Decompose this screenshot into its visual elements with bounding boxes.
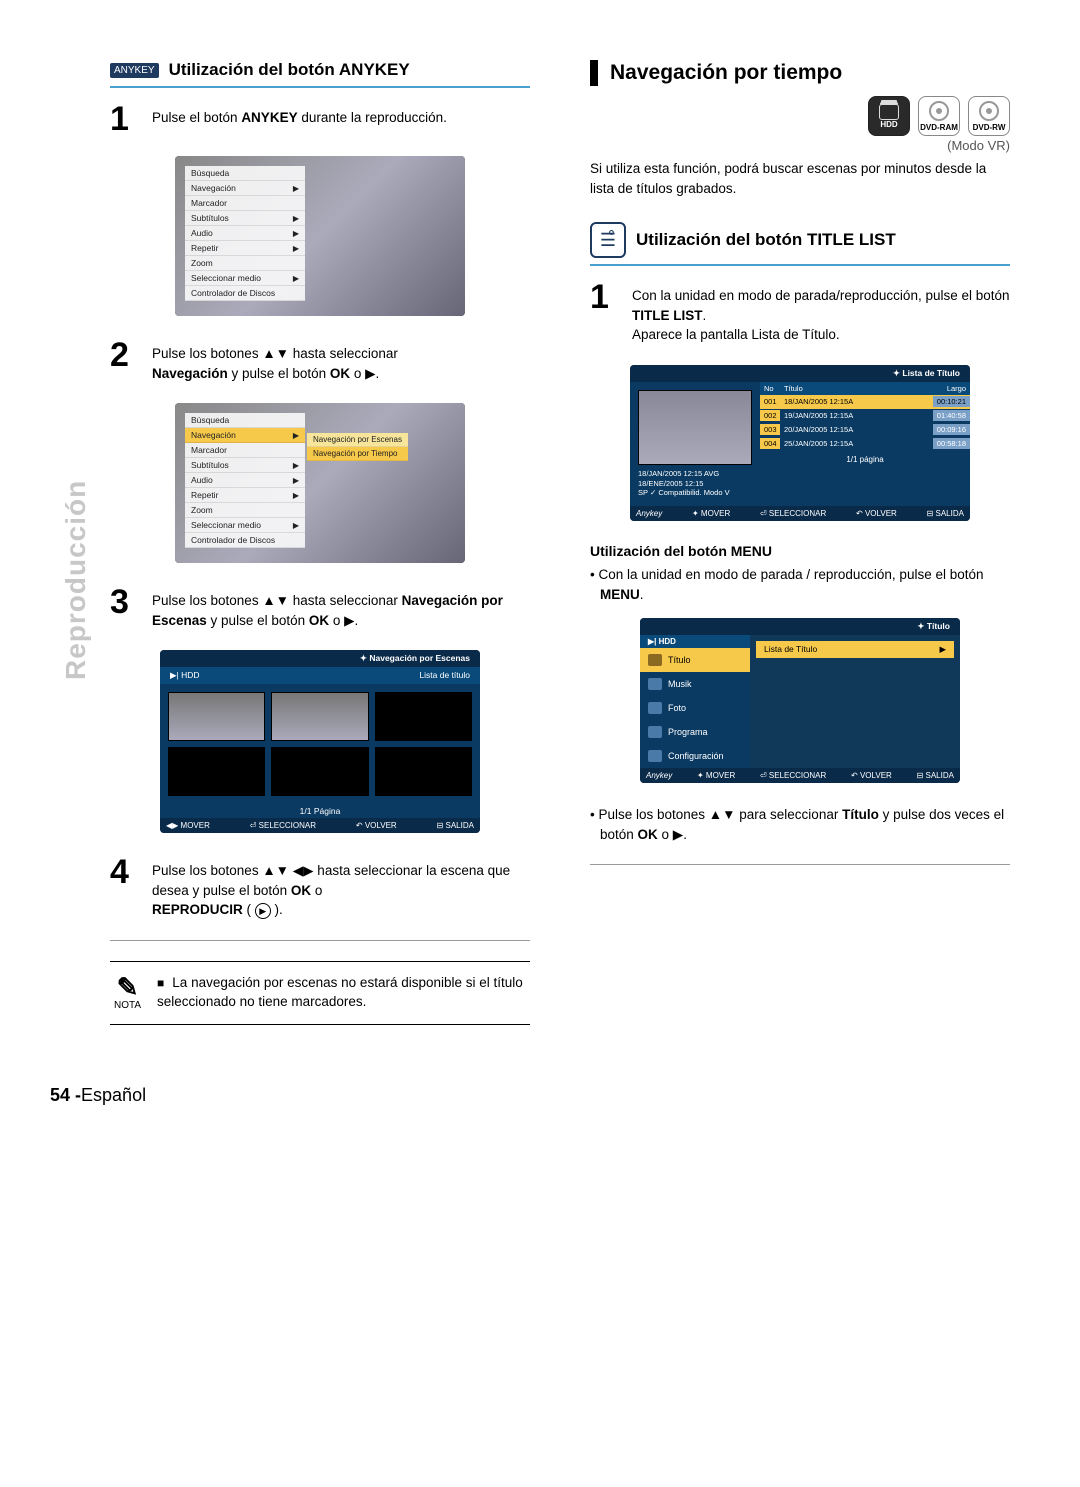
title-preview: 18/JAN/2005 12:15 AVG18/ENE/2005 12:15SP… <box>630 382 760 506</box>
anykey-menu-list: BúsquedaNavegación▶MarcadorSubtítulos▶Au… <box>185 166 305 301</box>
step-number: 3 <box>110 585 138 630</box>
right-step-1-text: Con la unidad en modo de parada/reproduc… <box>632 286 1010 345</box>
step-1: 1 Pulse el botón ANYKEY durante la repro… <box>110 102 530 136</box>
menu-bullet-2: • Pulse los botones ▲▼ para seleccionar … <box>600 805 1010 844</box>
step-4: 4 Pulse los botones ▲▼ ◀▶ hasta seleccio… <box>110 855 530 920</box>
step-number: 1 <box>590 280 618 345</box>
heading-bar-icon <box>590 60 598 86</box>
step-1-text: Pulse el botón ANYKEY durante la reprodu… <box>152 108 447 136</box>
hdd-icon: HDD <box>868 96 910 136</box>
step-2: 2 Pulse los botones ▲▼ hasta seleccionar… <box>110 338 530 383</box>
left-column: ANYKEY Utilización del botón ANYKEY 1 Pu… <box>110 60 530 1025</box>
screenshot-menu: ✦ Título ▶| HDD TítuloMusikFotoProgramaC… <box>640 618 960 783</box>
step-3-text: Pulse los botones ▲▼ hasta seleccionar N… <box>152 591 530 630</box>
anykey-heading: ANYKEY Utilización del botón ANYKEY <box>110 60 530 88</box>
anykey-heading-text: Utilización del botón ANYKEY <box>169 60 410 80</box>
scene-grid <box>160 684 480 804</box>
anykey-menu-list-2: BúsquedaNavegación▶MarcadorSubtítulos▶Au… <box>185 413 305 548</box>
menu-bullet-1: • Con la unidad en modo de parada / repr… <box>600 565 1010 604</box>
screenshot-scene-grid: ✦ Navegación por Escenas ▶| HDDLista de … <box>160 650 480 833</box>
anykey-badge-icon: ANYKEY <box>110 63 159 78</box>
navigation-submenu: Navegación por EscenasNavegación por Tie… <box>307 433 408 461</box>
step-number: 1 <box>110 102 138 136</box>
menu-sidebar: ▶| HDD TítuloMusikFotoProgramaConfigurac… <box>640 635 750 768</box>
title-rows: NoTítuloLargo 00118/JAN/2005 12:15A00:10… <box>760 382 970 506</box>
note-icon: ✎ NOTA <box>114 974 141 1011</box>
step-number: 2 <box>110 338 138 383</box>
scene-nav-bar: ◀▶ MOVER ⏎ SELECCIONAR ↶ VOLVER ⊟ SALIDA <box>160 818 480 833</box>
time-nav-heading: Navegación por tiempo <box>590 60 1010 86</box>
page-columns: ANYKEY Utilización del botón ANYKEY 1 Pu… <box>50 60 1010 1025</box>
menu-main: Lista de Título▶ <box>750 635 960 768</box>
dvd-ram-icon: DVD-RAM <box>918 96 960 136</box>
screenshot-navigation-submenu: BúsquedaNavegación▶MarcadorSubtítulos▶Au… <box>175 403 465 563</box>
note-block: ✎ NOTA ■La navegación por escenas no est… <box>110 961 530 1025</box>
media-compat-icons: HDD DVD-RAM DVD-RW <box>590 96 1010 136</box>
intro-text: Si utiliza esta función, podrá buscar es… <box>590 159 1010 198</box>
title-list-icon: ☰̊ <box>590 222 626 258</box>
right-column: Navegación por tiempo HDD DVD-RAM DVD-RW… <box>590 60 1010 1025</box>
side-section-label: Reproducción <box>60 480 92 680</box>
title-list-heading: ☰̊ Utilización del botón TITLE LIST <box>590 222 1010 266</box>
page-footer: 54 -Español <box>50 1085 1010 1106</box>
screenshot-title-list: ✦ Lista de Título 18/JAN/2005 12:15 AVG1… <box>630 365 970 521</box>
step-3: 3 Pulse los botones ▲▼ hasta seleccionar… <box>110 585 530 630</box>
mode-label: (Modo VR) <box>590 138 1010 153</box>
play-icon: ▶ <box>255 903 271 919</box>
right-step-1: 1 Con la unidad en modo de parada/reprod… <box>590 280 1010 345</box>
step-2-text: Pulse los botones ▲▼ hasta seleccionar N… <box>152 344 398 383</box>
step-4-text: Pulse los botones ▲▼ ◀▶ hasta selecciona… <box>152 861 530 920</box>
dvd-rw-icon: DVD-RW <box>968 96 1010 136</box>
menu-subheading: Utilización del botón MENU <box>590 543 1010 559</box>
step-number: 4 <box>110 855 138 920</box>
screenshot-anykey-menu: BúsquedaNavegación▶MarcadorSubtítulos▶Au… <box>175 156 465 316</box>
